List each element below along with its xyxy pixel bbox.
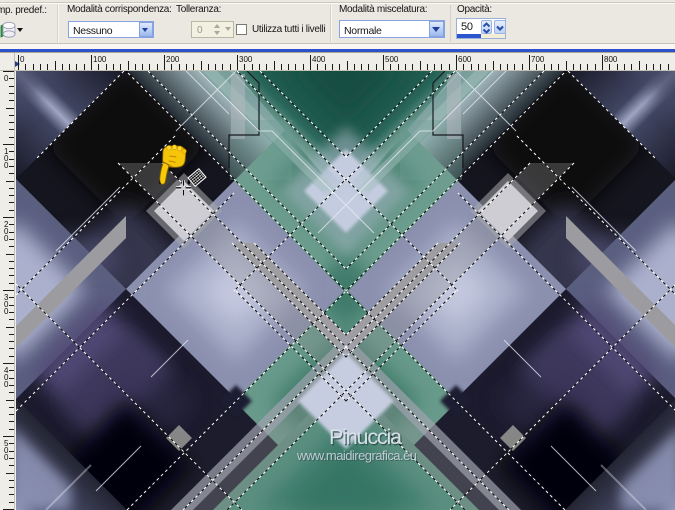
svg-text:www.maidiregrafica.eu: www.maidiregrafica.eu	[296, 448, 417, 463]
svg-text:Pinuccia: Pinuccia	[329, 425, 402, 449]
